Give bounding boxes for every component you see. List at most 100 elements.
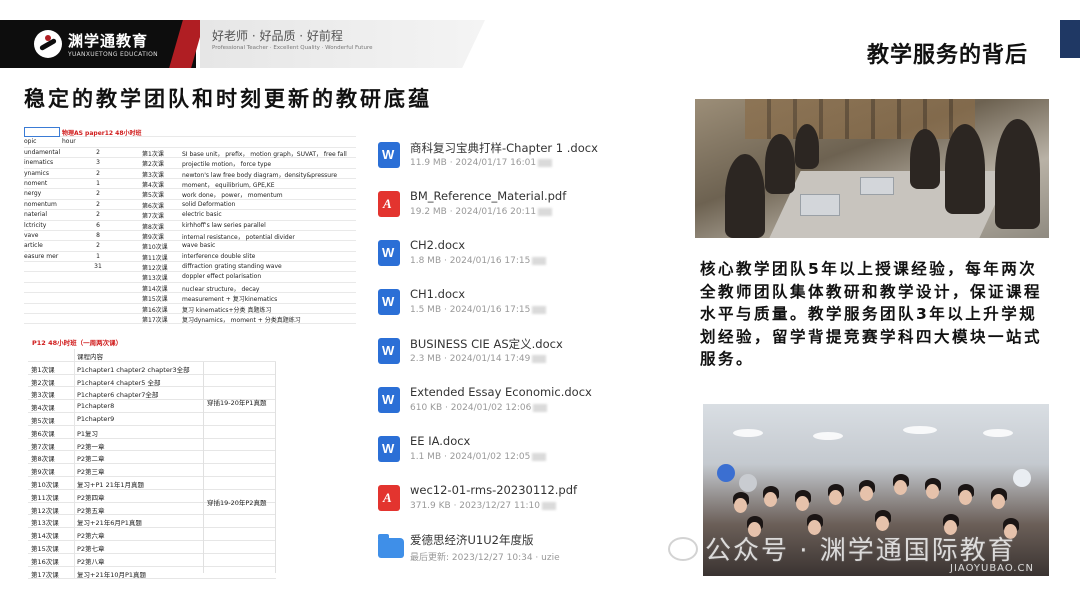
sheet-header-row: opic hour [24,137,356,148]
team-meeting-photo [695,99,1049,238]
table-cell: 第13次课 [142,275,168,283]
redacted-owner [532,354,547,363]
redacted-owner [533,403,548,412]
file-meta: 371.9 KB · 2023/12/27 11:10 [410,501,556,511]
table-cell: 第2次课 [142,161,164,169]
file-meta: 1.1 MB · 2024/01/02 12:05 [410,452,547,462]
redacted-owner [538,158,553,167]
pdf-icon [378,191,400,217]
table-cell: diffraction grating standing wave [182,263,282,271]
table-cell: wave basic [182,242,216,250]
file-name: CH1.docx [410,287,466,301]
watermark: 公众号 · 渊学通国际教育 [665,530,1016,567]
table-cell: undamental [24,148,61,156]
pdf-icon [378,485,400,511]
table-row: noment 1 第4次课 moment， equilibrium, GPE,KE [24,179,356,190]
table-cell: inematics [24,159,54,167]
table-row: article 2 第10次课 wave basic [24,241,356,252]
table-cell: nergy [24,190,42,198]
table-cell: 第3次课 [31,391,55,400]
table-cell: electric basic [182,211,222,219]
table-cell: P2第三章 [77,468,105,477]
table-cell: 第9次课 [142,233,164,241]
file-meta: 1.5 MB · 2024/01/16 17:15 [410,305,547,315]
table-cell: 第10次课 [142,244,168,252]
file-item[interactable]: BUSINESS CIE AS定义.docx 2.3 MB · 2024/01/1… [378,328,608,368]
watermark-site: JIAOYUBAO.CN [950,563,1034,574]
physics-schedule-sheet: 物理AS paper12 48小时班 opic hour undamental 2… [24,127,356,325]
table-cell: 第3次课 [142,171,164,179]
table-cell: SI base unit， prefix， motion graph，SUVAT… [182,150,347,158]
table-cell: 第14次课 [142,285,168,293]
table-cell: 第11次课 [142,254,168,262]
table-cell: newton's law free body diagram，density&p… [182,171,338,179]
folder-icon [378,534,404,558]
page-title: 教学服务的背后 [866,43,1028,68]
table-cell: 第6次课 [142,202,164,210]
logo-name: 渊学通教育 [68,32,149,50]
table-cell: 第12次课 [31,506,59,515]
table-row: nomentum 2 第6次课 solid Deformation [24,200,356,211]
table-cell: 第16次课 [31,557,59,566]
sheet2-title: P12 48小时班（一周两次课） [32,339,123,347]
table-cell: 1 [96,252,100,260]
file-item[interactable]: wec12-01-rms-20230112.pdf 371.9 KB · 2023… [378,475,608,515]
table-cell: 第14次课 [31,532,59,541]
table-cell: P2第四章 [77,493,105,502]
table-cell: P2第二章 [77,455,105,464]
file-meta: 最后更新: 2023/12/27 10:34 · uzie [410,553,560,563]
file-item[interactable]: CH1.docx 1.5 MB · 2024/01/16 17:15 [378,279,608,319]
table-cell: 2 [96,242,100,250]
table-cell: 第7次课 [31,442,55,451]
file-meta: 19.2 MB · 2024/01/16 20:11 [410,207,553,217]
table-row: 第17次课 复习dynamics， moment + 分类真题练习 [24,314,356,325]
table-cell: P1chapter6 chapter7全部 [77,391,159,400]
file-item[interactable]: Extended Essay Economic.docx 610 KB · 202… [378,377,608,417]
table-row: easure mer 1 第11次课 interference double slit… [24,252,356,263]
selected-cell[interactable] [24,127,60,137]
table-cell: nomentum [24,200,57,208]
table-cell: P2第五章 [77,506,105,515]
table-cell: 第17次课 [31,570,59,579]
table-cell: P1chapter1 chapter2 chapter3全部 [77,365,190,374]
redacted-owner [532,452,547,461]
file-item[interactable]: BM_Reference_Material.pdf 19.2 MB · 2024/… [378,181,608,221]
table-cell: P1chapter4 chapter5 全部 [77,378,161,387]
slogan: 好老师 · 好品质 · 好前程 [212,29,343,43]
table-cell: kirhhoff's law series parallel [182,221,266,229]
table-cell: ynamics [24,169,49,177]
sheet-title-row: 物理AS paper12 48小时班 [24,127,356,138]
word-icon [378,240,400,266]
table-cell: 8 [96,231,100,239]
file-name: Extended Essay Economic.docx [410,385,592,399]
table-row: naterial 2 第7次课 electric basic [24,210,356,221]
word-icon [378,436,400,462]
file-meta: 2.3 MB · 2024/01/14 17:49 [410,354,547,364]
file-name: BM_Reference_Material.pdf [410,189,567,203]
redacted-owner [541,501,556,510]
file-item[interactable]: 商科复习宝典打样-Chapter 1 .docx 11.9 MB · 2024/0… [378,132,608,172]
table-cell: 复习+P1 21年1月真题 [77,480,144,489]
file-item[interactable]: CH2.docx 1.8 MB · 2024/01/16 17:15 [378,230,608,270]
table-cell: 第6次课 [31,429,55,438]
table-cell: P2第六章 [77,532,105,541]
table-row: 第15次课 measurement + 复习kinematics [24,293,356,304]
table-cell: 31 [94,263,102,271]
table-cell: P1复习 [77,429,99,438]
table-cell: measurement + 复习kinematics [182,296,278,304]
table-cell: doppler effect polarisation [182,273,262,281]
word-icon [378,142,400,168]
table-cell: 第2次课 [31,378,55,387]
sheet2-header-row: 课程内容 [28,349,276,362]
table-cell: 6 [96,221,100,229]
table-cell: projectile motion， force type [182,161,272,169]
table-cell: solid Deformation [182,200,236,208]
table-cell: work done， power， momentum [182,192,283,200]
table-cell: 第4次课 [142,181,164,189]
file-item[interactable]: EE IA.docx 1.1 MB · 2024/01/02 12:05 [378,426,608,466]
file-meta: 11.9 MB · 2024/01/17 16:01 [410,158,553,168]
table-cell: 第16次课 [142,306,168,314]
file-item[interactable]: 爱德思经济U1U2年度版 最后更新: 2023/12/27 10:34 · uzi… [378,524,608,564]
table-cell: 第12次课 [142,265,168,273]
table-cell: 2 [96,148,100,156]
